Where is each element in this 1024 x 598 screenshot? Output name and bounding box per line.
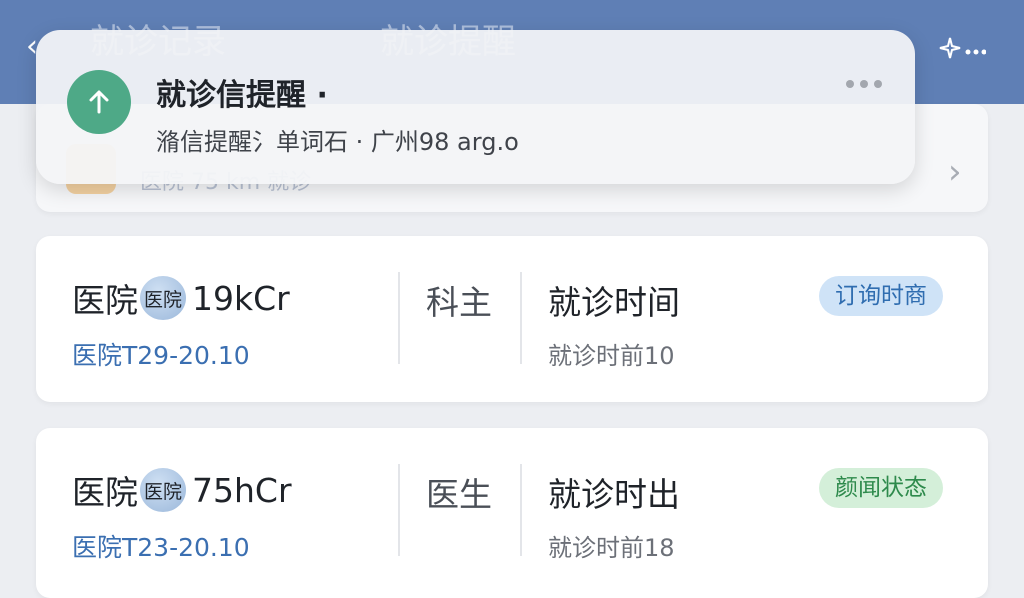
notification-title: 就诊信提醒 · xyxy=(156,78,328,113)
hospital-code: 75hCr xyxy=(192,470,292,510)
appointment-card[interactable]: 医院 医院 75hCr 医院T23-20.10 医生 就诊时出 就诊时前18 颜… xyxy=(36,428,988,598)
appointment-card[interactable]: 医院 医院 19kCr 医院T29-20.10 科主 就诊时间 就诊时前10 订… xyxy=(36,236,988,402)
hospital-name: 医院 医院 75hCr xyxy=(72,466,292,514)
hospital-sub-range: 29-20.10 xyxy=(137,341,250,370)
visit-time-sub: 就诊时前18 xyxy=(548,534,675,562)
department: 医生 xyxy=(426,475,492,514)
divider xyxy=(520,272,522,364)
notification-banner[interactable]: 就诊信提醒 · 潃信提醒氵单词石 · 广州98 arg.o xyxy=(36,30,915,184)
hospital-badge-icon: 医院 xyxy=(140,276,186,320)
hospital-sub: 医院T23-20.10 xyxy=(72,528,250,564)
hospital-label: 医院 xyxy=(72,473,138,512)
hospital-sub-label: 医院T xyxy=(72,341,138,370)
more-dots-icon[interactable] xyxy=(846,80,882,88)
chevron-right-icon[interactable]: › xyxy=(948,152,962,192)
divider xyxy=(520,464,522,556)
hospital-sub: 医院T29-20.10 xyxy=(72,336,250,372)
visit-time-title: 就诊时间 xyxy=(548,283,680,322)
visit-time-title: 就诊时出 xyxy=(548,475,680,514)
notification-body: 潃信提醒氵单词石 · 广州98 arg.o xyxy=(156,128,519,156)
status-badge[interactable]: 订询时商 xyxy=(819,276,943,316)
arrow-up-icon xyxy=(67,70,131,134)
department: 科主 xyxy=(426,283,492,322)
hospital-label: 医院 xyxy=(72,281,138,320)
status-badge[interactable]: 颜闻状态 xyxy=(819,468,943,508)
divider xyxy=(398,464,400,556)
hospital-badge-icon: 医院 xyxy=(140,468,186,512)
sparkle-menu-icon[interactable] xyxy=(934,34,986,70)
divider xyxy=(398,272,400,364)
visit-time-sub: 就诊时前10 xyxy=(548,342,675,370)
hospital-code: 19kCr xyxy=(192,278,290,318)
hospital-name: 医院 医院 19kCr xyxy=(72,274,290,322)
hospital-sub-range: 23-20.10 xyxy=(137,533,250,562)
hospital-sub-label: 医院T xyxy=(72,533,138,562)
